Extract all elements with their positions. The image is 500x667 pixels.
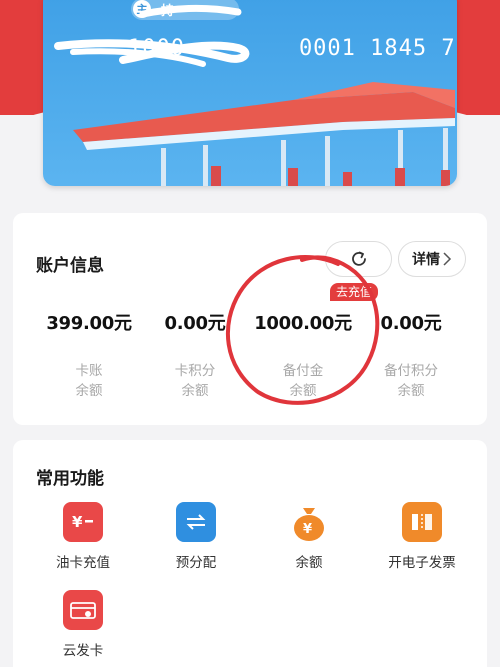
card-balance-label: 卡账 余额 bbox=[75, 363, 103, 399]
reserve-fund-label: 备付金 余额 bbox=[282, 363, 324, 399]
detail-button-label: 详情 bbox=[412, 252, 440, 268]
cloud-card-issue[interactable]: 云发卡 bbox=[33, 590, 133, 659]
reserve-fund-amount: 1000.00元 bbox=[254, 313, 352, 334]
card-balance-amount: 399.00元 bbox=[46, 313, 132, 334]
pre-allocation[interactable]: 预分配 bbox=[146, 502, 246, 571]
issue-e-invoice[interactable]: 开电子发票 bbox=[372, 502, 472, 571]
card-balance[interactable]: 399.00元 卡账 余额 bbox=[29, 309, 149, 401]
detail-button[interactable]: 详情 bbox=[398, 241, 466, 277]
refresh-button[interactable] bbox=[325, 241, 392, 277]
card-holder-label: 持 bbox=[161, 3, 175, 19]
cloud-card-icon bbox=[63, 590, 103, 630]
card-points-balance[interactable]: 0.00元 卡积分 余额 bbox=[135, 309, 255, 401]
fuel-card-recharge[interactable]: ¥ 油卡充值 bbox=[33, 502, 133, 571]
common-functions-title: 常用功能 bbox=[36, 469, 104, 489]
invoice-ticket-icon bbox=[402, 502, 442, 542]
common-functions-panel: 常用功能 ¥ 油卡充值 预分配 ¥ 余额 开电子发票 云发卡 bbox=[13, 440, 487, 667]
account-info-panel: 账户信息 详情 去充值 399.00元 卡账 余额 0.00元 卡积分 余额 100… bbox=[13, 213, 487, 425]
money-bag-icon: ¥ bbox=[289, 502, 329, 542]
reserve-points-amount: 0.00元 bbox=[380, 313, 442, 334]
account-info-title: 账户信息 bbox=[36, 256, 104, 276]
reserve-points-balance[interactable]: 0.00元 备付积分 余额 bbox=[351, 309, 471, 401]
card-holder-pill: 主 持 bbox=[131, 0, 239, 20]
reserve-points-label: 备付积分 余额 bbox=[384, 363, 438, 399]
recharge-tag[interactable]: 去充值 bbox=[330, 283, 379, 301]
balance[interactable]: ¥ 余额 bbox=[259, 502, 359, 571]
svg-text:¥: ¥ bbox=[303, 522, 312, 537]
reserve-fund-balance[interactable]: 1000.00元 备付金 余额 bbox=[243, 309, 363, 401]
primary-card-badge: 主 bbox=[133, 0, 151, 18]
card-number: 1000 0001 1845 780 bbox=[128, 36, 457, 61]
card-points-amount: 0.00元 bbox=[164, 313, 226, 334]
yuan-card-icon: ¥ bbox=[63, 502, 103, 542]
card-points-label: 卡积分 余额 bbox=[174, 363, 216, 399]
fuel-card[interactable]: 主 持 1000 0001 1845 780 bbox=[43, 0, 457, 186]
gas-station-illustration bbox=[73, 82, 455, 186]
chevron-right-icon bbox=[443, 252, 452, 266]
transfer-arrows-icon bbox=[176, 502, 216, 542]
refresh-icon bbox=[351, 251, 366, 266]
svg-text:¥: ¥ bbox=[72, 513, 83, 531]
